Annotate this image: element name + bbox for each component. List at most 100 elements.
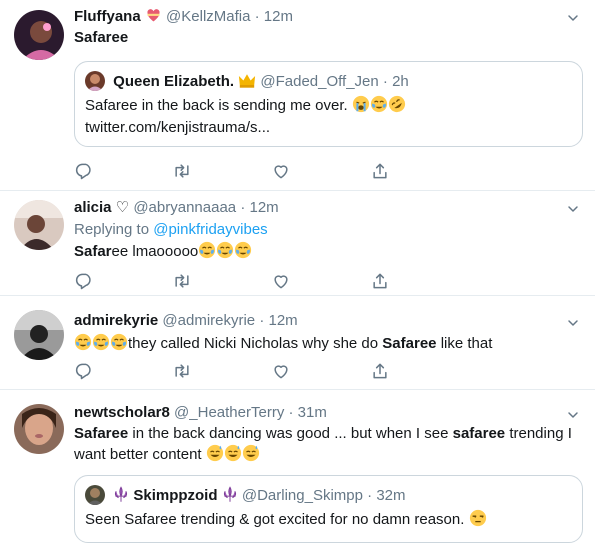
timestamp[interactable]: 12m: [264, 8, 293, 25]
chevron-down-icon[interactable]: [565, 407, 581, 423]
chevron-down-icon[interactable]: [565, 10, 581, 26]
tweet-text: they called Nicki Nicholas why she do Sa…: [74, 333, 492, 354]
separator: ·: [254, 8, 260, 25]
heart-ribbon-emoji-icon: [147, 9, 160, 22]
tweet-4[interactable]: newtscholar8 @_HeatherTerry · 31m Safare…: [0, 389, 595, 546]
separator: ·: [382, 73, 388, 90]
tweet-text-highlight: Safaree: [74, 425, 129, 442]
separator: ·: [367, 487, 373, 504]
tweet-text-line2-text: want better content: [74, 446, 202, 463]
display-name[interactable]: newtscholar8: [74, 404, 170, 421]
tweet-text-rest: ee lmaooooo: [111, 243, 199, 260]
like-icon[interactable]: [271, 271, 291, 291]
tweet-1[interactable]: Fluffyana @KellzMafia · 12m Safaree Quee…: [0, 0, 595, 191]
timestamp[interactable]: 12m: [249, 199, 278, 216]
display-name[interactable]: Fluffyana: [74, 8, 141, 25]
tweet-header: newtscholar8 @_HeatherTerry · 31m: [74, 404, 327, 421]
quoted-username: @Faded_Off_Jen: [260, 73, 379, 90]
tweet-text: Safaree: [74, 29, 129, 46]
crown-emoji-icon: [239, 74, 256, 88]
tears-of-joy-emoji-icon: [370, 95, 388, 113]
reply-icon[interactable]: [74, 361, 94, 381]
quoted-username: @Darling_Skimpp: [241, 487, 363, 504]
tweet-header: Fluffyana @KellzMafia · 12m: [74, 7, 293, 25]
retweet-icon[interactable]: [172, 271, 192, 291]
quoted-tweet[interactable]: Queen Elizabeth. @Faded_Off_Jen · 2h Saf…: [74, 61, 583, 147]
tears-of-joy-emoji-icon: [234, 241, 252, 259]
tears-of-joy-emoji-icon: [74, 333, 92, 351]
rofl-emoji-icon: [388, 95, 406, 113]
crying-emoji-icon: [352, 95, 370, 113]
display-name[interactable]: alicia: [74, 199, 112, 216]
chevron-down-icon[interactable]: [565, 315, 581, 331]
username[interactable]: @admirekyrie: [162, 312, 255, 329]
tweet-text-post: like that: [440, 335, 493, 352]
retweet-icon[interactable]: [172, 361, 192, 381]
share-icon[interactable]: [370, 161, 390, 181]
quoted-text: Safaree in the back is sending me over.: [85, 95, 406, 117]
quoted-text: Seen Safaree trending & got excited for …: [85, 509, 487, 531]
timestamp[interactable]: 31m: [298, 404, 327, 421]
quoted-avatar: [85, 485, 105, 505]
tweet-text-mid: in the back dancing was good ... but whe…: [132, 425, 449, 442]
avatar[interactable]: [14, 200, 64, 250]
replying-to-link[interactable]: @pinkfridayvibes: [153, 221, 267, 238]
tweet-text-highlight: Safar: [74, 243, 112, 260]
quoted-link[interactable]: twitter.com/kenjistrauma/s...: [85, 117, 270, 139]
username[interactable]: @abryannaaaa: [133, 199, 236, 216]
tweet-text-highlight: safaree: [452, 425, 506, 442]
username[interactable]: @KellzMafia: [166, 8, 250, 25]
share-icon[interactable]: [370, 361, 390, 381]
separator: ·: [288, 404, 294, 421]
display-name[interactable]: admirekyrie: [74, 312, 158, 329]
tweet-actions: [74, 361, 394, 381]
chevron-down-icon[interactable]: [565, 201, 581, 217]
tweet-3[interactable]: admirekyrie @admirekyrie · 12m they call…: [0, 295, 595, 390]
tears-of-joy-emoji-icon: [198, 241, 216, 259]
name-heart: ♡: [115, 199, 130, 216]
tears-of-joy-emoji-icon: [110, 333, 128, 351]
like-icon[interactable]: [271, 361, 291, 381]
tweet-text-post: trending I: [509, 425, 572, 442]
quoted-avatar: [85, 71, 105, 91]
tweet-actions: [74, 161, 394, 181]
tweet-header: admirekyrie @admirekyrie · 12m: [74, 312, 298, 329]
quoted-timestamp: 32m: [376, 487, 406, 504]
username[interactable]: @_HeatherTerry: [174, 404, 284, 421]
tweet-text-highlight: Safaree: [382, 335, 437, 352]
separator: ·: [240, 199, 246, 216]
tears-of-joy-emoji-icon: [92, 333, 110, 351]
avatar[interactable]: [14, 310, 64, 360]
sweat-smile-emoji-icon: [242, 444, 260, 462]
tears-of-joy-emoji-icon: [216, 241, 234, 259]
tweet-text-pre: they called Nicki Nicholas why she do: [128, 335, 379, 352]
quoted-tweet[interactable]: Skimppzoid @Darling_Skimpp · 32m Seen Sa…: [74, 475, 583, 543]
fleur-de-lis-icon: [223, 486, 236, 502]
tweet-text: Safaree lmaooooo: [74, 241, 252, 262]
unamused-emoji-icon: [469, 509, 487, 527]
avatar[interactable]: [14, 10, 64, 60]
tweet-actions: [74, 271, 394, 291]
like-icon[interactable]: [271, 161, 291, 181]
avatar[interactable]: [14, 404, 64, 454]
share-icon[interactable]: [370, 271, 390, 291]
tweet-2[interactable]: alicia ♡ @abryannaaaa · 12m Replying to …: [0, 190, 595, 296]
tweet-text-line1: Safaree in the back dancing was good ...…: [74, 424, 572, 444]
retweet-icon[interactable]: [172, 161, 192, 181]
tweet-text-line2: want better content: [74, 444, 260, 465]
replying-to: Replying to @pinkfridayvibes: [74, 220, 268, 240]
sweat-smile-emoji-icon: [224, 444, 242, 462]
quoted-text-line1: Seen Safaree trending & got excited for …: [85, 511, 465, 528]
quoted-timestamp: 2h: [392, 73, 409, 90]
timestamp[interactable]: 12m: [269, 312, 298, 329]
fleur-de-lis-icon: [115, 486, 128, 502]
reply-icon[interactable]: [74, 271, 94, 291]
quoted-text-line1: Safaree in the back is sending me over.: [85, 97, 348, 114]
separator: ·: [259, 312, 265, 329]
replying-to-label: Replying to: [74, 221, 150, 238]
quoted-display-name: Queen Elizabeth.: [113, 73, 235, 90]
quoted-display-name: Skimppzoid: [133, 487, 218, 504]
tweet-header: alicia ♡ @abryannaaaa · 12m: [74, 198, 279, 216]
sweat-smile-emoji-icon: [206, 444, 224, 462]
reply-icon[interactable]: [74, 161, 94, 181]
